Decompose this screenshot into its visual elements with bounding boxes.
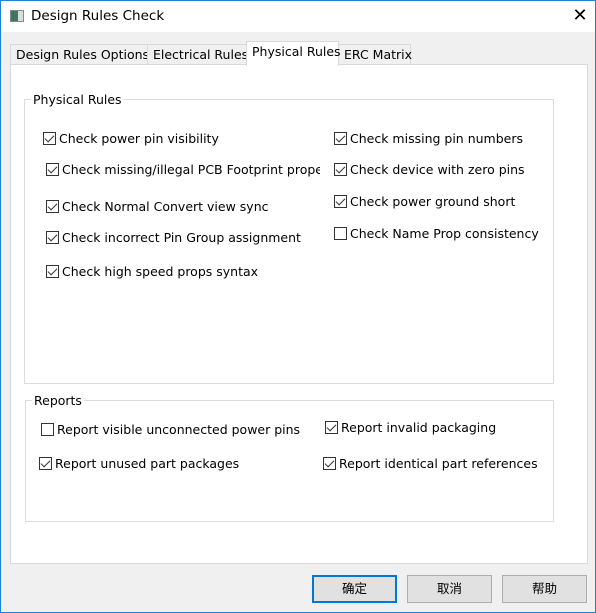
- checkbox-label: Check missing pin numbers: [350, 131, 524, 146]
- checkbox-label: Check Normal Convert view sync: [62, 199, 269, 214]
- checkbox-label: Check high speed props syntax: [62, 264, 259, 279]
- checkbox-icon[interactable]: [334, 227, 347, 240]
- dialog-window: Design Rules Check ✕ Design Rules Option…: [0, 0, 596, 613]
- checkbox-unused-part-packages[interactable]: Report unused part packages: [39, 456, 239, 471]
- checkbox-icon[interactable]: [334, 163, 347, 176]
- checkbox-invalid-packaging[interactable]: Report invalid packaging: [325, 420, 496, 435]
- physical-rules-group-title: Physical Rules: [31, 92, 124, 107]
- checkbox-icon[interactable]: [334, 195, 347, 208]
- checkbox-high-speed-props[interactable]: Check high speed props syntax: [46, 264, 258, 279]
- checkbox-missing-pin-numbers[interactable]: Check missing pin numbers: [334, 131, 523, 146]
- checkbox-power-ground-short[interactable]: Check power ground short: [334, 194, 515, 209]
- checkbox-icon[interactable]: [46, 265, 59, 278]
- tab-physical-rules[interactable]: Physical Rules: [246, 41, 341, 66]
- checkbox-zero-pins[interactable]: Check device with zero pins: [334, 162, 525, 177]
- checkbox-pcb-footprint[interactable]: Check missing/illegal PCB Footprint prop…: [46, 162, 320, 177]
- checkbox-icon[interactable]: [41, 423, 54, 436]
- checkbox-label: Report unused part packages: [55, 456, 240, 471]
- checkbox-icon[interactable]: [46, 163, 59, 176]
- checkbox-icon[interactable]: [334, 132, 347, 145]
- checkbox-label: Check Name Prop consistency: [350, 226, 539, 241]
- checkbox-unconnected-power-pins[interactable]: Report visible unconnected power pins: [41, 422, 300, 437]
- tab-erc-matrix[interactable]: ERC Matrix: [338, 44, 412, 65]
- window-title: Design Rules Check: [31, 8, 165, 24]
- checkbox-icon[interactable]: [46, 200, 59, 213]
- checkbox-label: Check incorrect Pin Group assignment: [62, 230, 301, 245]
- checkbox-label: Report invalid packaging: [341, 420, 497, 435]
- checkbox-icon[interactable]: [325, 421, 338, 434]
- cancel-button[interactable]: 取消: [407, 575, 492, 603]
- title-bar: Design Rules Check ✕: [1, 1, 595, 32]
- checkbox-label: Check power pin visibility: [59, 131, 219, 146]
- checkbox-label: Report visible unconnected power pins: [57, 422, 301, 437]
- close-icon[interactable]: ✕: [567, 4, 593, 28]
- tab-electrical-rules[interactable]: Electrical Rules: [147, 44, 248, 65]
- reports-group-title: Reports: [32, 393, 84, 408]
- checkbox-name-prop-consistency[interactable]: Check Name Prop consistency: [334, 226, 539, 241]
- checkbox-icon[interactable]: [39, 457, 52, 470]
- checkbox-icon[interactable]: [46, 231, 59, 244]
- checkbox-label: Check missing/illegal PCB Footprint prop…: [62, 162, 320, 177]
- checkbox-label: Check power ground short: [350, 194, 516, 209]
- checkbox-identical-part-references[interactable]: Report identical part references: [323, 456, 538, 471]
- checkbox-power-pin-visibility[interactable]: Check power pin visibility: [43, 131, 219, 146]
- checkbox-pin-group[interactable]: Check incorrect Pin Group assignment: [46, 230, 301, 245]
- tab-panel: Physical Rules Check power pin visibilit…: [10, 64, 588, 564]
- checkbox-icon[interactable]: [323, 457, 336, 470]
- checkbox-icon[interactable]: [43, 132, 56, 145]
- help-button[interactable]: 帮助: [502, 575, 587, 603]
- tab-design-rules-options[interactable]: Design Rules Options: [10, 44, 149, 65]
- app-icon: [10, 10, 24, 22]
- checkbox-normal-convert-sync[interactable]: Check Normal Convert view sync: [46, 199, 269, 214]
- ok-button[interactable]: 确定: [312, 575, 397, 603]
- checkbox-label: Report identical part references: [339, 456, 538, 471]
- checkbox-label: Check device with zero pins: [350, 162, 525, 177]
